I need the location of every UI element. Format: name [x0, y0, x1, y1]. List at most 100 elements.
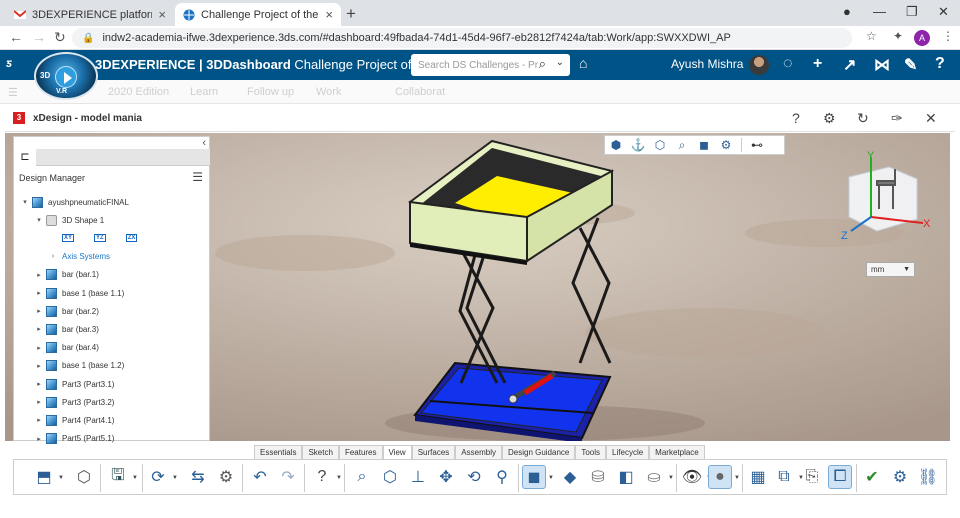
fit-all-icon[interactable]: ⬡ [378, 465, 402, 489]
tree-item[interactable]: XY YZ ZX [48, 229, 157, 247]
hamburger-icon[interactable]: ☰ [192, 170, 203, 184]
close-icon[interactable]: × [158, 7, 166, 22]
chevron-down-icon[interactable]: ▼ [336, 475, 342, 481]
ribbon-tab-assembly[interactable]: Assembly [455, 445, 502, 459]
share-icon[interactable]: ↗ [843, 55, 856, 75]
tab-follow-up[interactable]: Follow up [247, 86, 294, 98]
tree-item[interactable]: ▾ 3D Shape 1 [34, 211, 104, 229]
tree-item[interactable]: › Axis Systems [48, 248, 110, 266]
cylinder-outline-icon[interactable]: ⛀ [642, 465, 666, 489]
expand-caret-icon[interactable]: ▾ [34, 216, 44, 224]
tree-item[interactable]: ▸ bar (bar.3) [34, 320, 99, 338]
ribbon-tab-marketplace[interactable]: Marketplace [649, 445, 705, 459]
add-icon[interactable]: + [813, 55, 822, 73]
look-at-icon[interactable]: ⚲ [490, 465, 514, 489]
expand-caret-icon[interactable]: ▾ [20, 198, 30, 206]
tree-item[interactable]: ▸ Part4 (Part4.1) [34, 411, 114, 429]
minimize-button[interactable]: — [873, 4, 886, 19]
anchor-icon[interactable]: ⚓ [627, 138, 649, 152]
help-icon[interactable]: ? [310, 465, 334, 489]
ribbon-tab-design-guidance[interactable]: Design Guidance [501, 445, 576, 459]
chevron-down-icon[interactable]: ▼ [548, 475, 554, 481]
tools-icon[interactable]: ✎ [904, 55, 917, 75]
gear-icon[interactable]: ⚙ [214, 465, 238, 489]
help-icon[interactable]: ? [935, 55, 945, 73]
expand-caret-icon[interactable]: ▸ [34, 344, 44, 352]
tree-item[interactable]: ▸ base 1 (base 1.1) [34, 284, 124, 302]
shaded-cube-icon[interactable]: ◼ [522, 465, 546, 489]
view-cube-icon[interactable]: ⬢ [605, 138, 627, 152]
check-icon[interactable]: ✔ [860, 465, 884, 489]
ribbon-tab-features[interactable]: Features [338, 445, 383, 459]
refresh-icon[interactable]: ↻ [857, 110, 869, 127]
expand-caret-icon[interactable]: › [48, 253, 58, 260]
3d-model-icon[interactable]: ⬡ [72, 465, 96, 489]
ribbon-tab-lifecycle[interactable]: Lifecycle [606, 445, 650, 459]
tree-item[interactable]: ▾ ayushpneumaticFINAL [20, 193, 129, 211]
tree-tab-icon[interactable]: ⊏ [14, 149, 36, 166]
close-icon[interactable]: ✕ [925, 110, 937, 127]
network-icon[interactable]: ⋈ [874, 55, 890, 75]
measure-icon[interactable]: ⎘ [800, 465, 824, 489]
user-name[interactable]: Ayush Mishra [671, 57, 743, 71]
screenshot-icon[interactable]: ⧉ [772, 465, 796, 489]
new-tab-button[interactable]: + [346, 4, 356, 24]
tree-item[interactable]: ▸ bar (bar.4) [34, 339, 99, 357]
assembly-icon[interactable]: ⚙ [888, 465, 912, 489]
chevron-down-icon[interactable]: ▼ [668, 475, 674, 481]
menu-icon[interactable]: ⋮ [942, 29, 954, 43]
pan-icon[interactable]: ✥ [434, 465, 458, 489]
eye-icon[interactable]: 👁 [680, 465, 704, 489]
expand-caret-icon[interactable]: ▸ [34, 325, 44, 333]
shaded-cube-icon[interactable]: ◼ [693, 138, 715, 152]
shaded-edges-icon[interactable]: ◧ [614, 465, 638, 489]
tab-work[interactable]: Work [316, 86, 341, 98]
expand-caret-icon[interactable]: ▸ [34, 362, 44, 370]
pin-icon[interactable]: ✑ [891, 110, 903, 127]
grid-icon[interactable]: ▦ [746, 465, 770, 489]
section-icon[interactable]: ⚙ [715, 138, 737, 152]
expand-caret-icon[interactable]: ▸ [34, 398, 44, 406]
new-design-icon[interactable]: ⬒ [32, 465, 56, 489]
plane-zx-icon[interactable]: ZX [125, 234, 138, 243]
tree-item[interactable]: ▸ bar (bar.2) [34, 302, 99, 320]
save-icon[interactable]: 🖫 [106, 465, 130, 489]
tool-icon[interactable]: ⛓ [916, 465, 940, 489]
compare-icon[interactable]: ⇆ [186, 465, 210, 489]
gear-icon[interactable]: ⚙ [823, 110, 836, 127]
chevron-down-icon[interactable]: ▼ [734, 475, 740, 481]
collapse-icon[interactable]: ‹ [202, 137, 206, 149]
forward-button[interactable]: → [32, 29, 46, 45]
restore-button[interactable]: ❐ [906, 4, 918, 20]
profile-avatar[interactable]: A [914, 30, 930, 46]
box-icon[interactable]: ⬡ [649, 138, 671, 152]
ribbon-tab-surfaces[interactable]: Surfaces [411, 445, 456, 459]
search-input[interactable]: Search DS Challenges - Pr ⌕ ⌄ [411, 54, 570, 76]
tab-learn[interactable]: Learn [190, 86, 218, 98]
plane-yz-icon[interactable]: YZ [94, 234, 106, 243]
zoom-icon[interactable]: ⌕ [350, 465, 374, 489]
tree-item[interactable]: ▸ Part3 (Part3.2) [34, 393, 114, 411]
sync-icon[interactable]: ⟳ [146, 465, 170, 489]
avatar[interactable] [749, 55, 769, 75]
expand-caret-icon[interactable]: ▸ [34, 435, 44, 443]
browser-tab-2[interactable]: Challenge Project of the Year 20 × [175, 3, 341, 26]
browser-tab-1[interactable]: 3DEXPERIENCE platform - Getting × [6, 3, 174, 26]
chevron-down-icon[interactable]: ▼ [58, 475, 64, 481]
compass-logo[interactable]: 3D V.R [34, 52, 98, 100]
extensions-icon[interactable]: ✦ [893, 29, 903, 43]
expand-caret-icon[interactable]: ▸ [34, 380, 44, 388]
iso-view-icon[interactable]: ◆ [558, 465, 582, 489]
ribbon-tab-sketch[interactable]: Sketch [302, 445, 339, 459]
play-icon[interactable] [55, 66, 77, 88]
expand-caret-icon[interactable]: ▸ [34, 416, 44, 424]
display-icon[interactable]: ⧠ [828, 465, 852, 489]
compass-share-icon[interactable]: ◌ [783, 55, 793, 73]
ribbon-tab-tools[interactable]: Tools [575, 445, 607, 459]
zoom-icon[interactable]: ⌕ [671, 138, 693, 153]
hamburger-icon[interactable]: ☰ [8, 86, 18, 99]
pin-icon[interactable]: ⊷ [746, 138, 768, 152]
tree-item[interactable]: ▸ bar (bar.1) [34, 266, 99, 284]
rotate-icon[interactable]: ⟲ [462, 465, 486, 489]
redo-icon[interactable]: ↷ [276, 465, 300, 489]
